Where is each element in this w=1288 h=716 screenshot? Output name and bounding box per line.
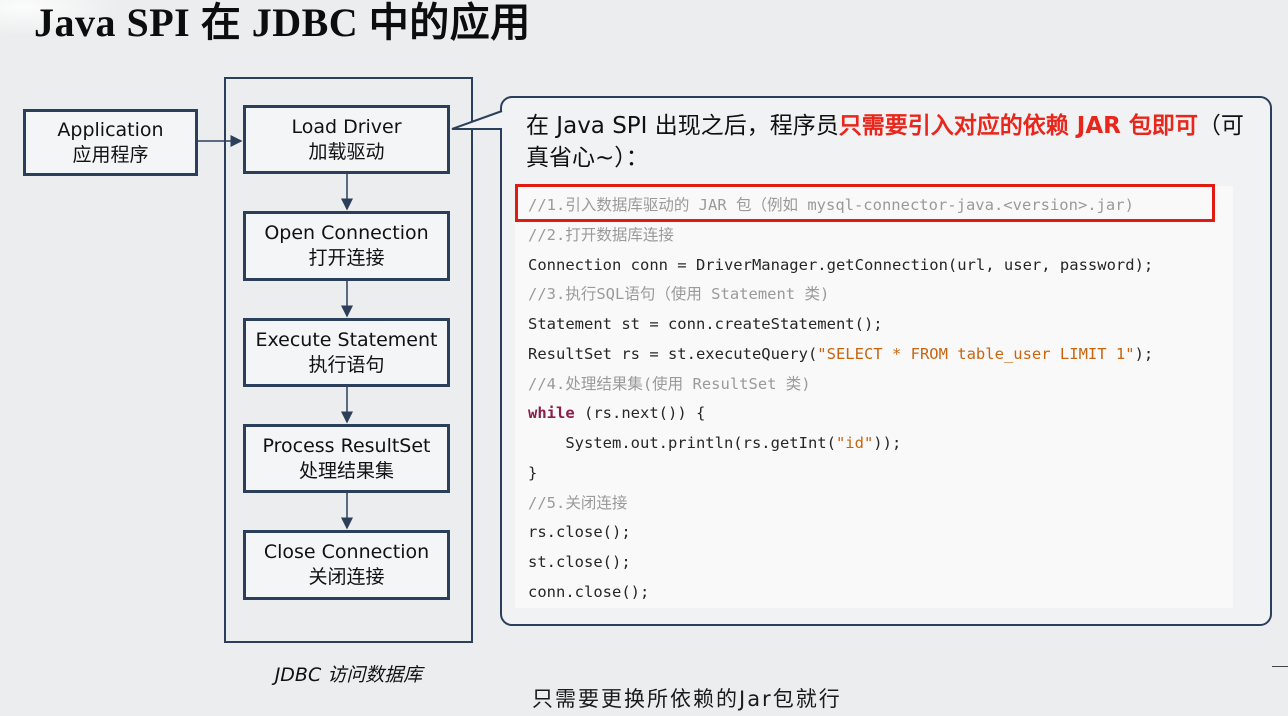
code-line: System.out.println(rs.getInt("id")); bbox=[528, 431, 901, 455]
slide-title: Java SPI 在 JDBC 中的应用 bbox=[34, 0, 531, 45]
step-close-connection: Close Connection 关闭连接 bbox=[243, 530, 450, 600]
code-line: } bbox=[528, 464, 538, 482]
code-line: while (rs.next()) { bbox=[528, 401, 705, 425]
step-label-en: Process ResultSet bbox=[262, 434, 431, 457]
step-process-resultset: Process ResultSet 处理结果集 bbox=[243, 424, 450, 493]
code-keyword: while bbox=[528, 404, 575, 422]
step-execute-statement: Execute Statement 执行语句 bbox=[243, 318, 450, 387]
callout-intro-highlight: 只需要引入对应的依赖 JAR 包即可 bbox=[838, 113, 1198, 139]
callout-text: 在 Java SPI 出现之后，程序员只需要引入对应的依赖 JAR 包即可（可真… bbox=[526, 110, 1256, 174]
step-label-en: Open Connection bbox=[264, 222, 429, 244]
code-string: "SELECT * FROM table_user LIMIT 1" bbox=[817, 345, 1135, 363]
jdbc-frame-label: JDBC 访问数据库 bbox=[274, 664, 423, 686]
video-subtitle: 只需要更换所依赖的Jar包就行 bbox=[532, 687, 842, 711]
code-token: )); bbox=[873, 434, 902, 452]
step-label-zh: 处理结果集 bbox=[298, 459, 394, 482]
code-line-comment: //3.执行SQL语句（使用 Statement 类) bbox=[528, 285, 830, 303]
step-label-en: Close Connection bbox=[263, 541, 430, 563]
code-line: ResultSet rs = st.executeQuery("SELECT *… bbox=[528, 342, 1153, 366]
edge-mark bbox=[1272, 666, 1288, 667]
step-label-en: Load Driver bbox=[291, 115, 402, 138]
code-line: rs.close(); bbox=[528, 523, 631, 541]
step-label-zh: 关闭连接 bbox=[308, 566, 385, 588]
code-block: //1.引入数据库驱动的 JAR 包（例如 mysql-connector-ja… bbox=[515, 186, 1233, 608]
code-line: Statement st = conn.createStatement(); bbox=[528, 315, 883, 333]
code-line-comment: //2.打开数据库连接 bbox=[528, 226, 674, 244]
code-token: System.out.println(rs.getInt( bbox=[528, 434, 836, 452]
highlight-box bbox=[515, 184, 1215, 222]
code-line: st.close(); bbox=[528, 553, 631, 571]
application-label-zh: 应用程序 bbox=[72, 143, 149, 166]
code-line-comment: //5.关闭连接 bbox=[528, 494, 628, 512]
code-token: ResultSet rs = st.executeQuery( bbox=[528, 345, 818, 363]
application-label-en: Application bbox=[57, 118, 164, 141]
code-line: Connection conn = DriverManager.getConne… bbox=[528, 256, 1154, 274]
code-string: "id" bbox=[835, 434, 874, 452]
step-load-driver: Load Driver 加载驱动 bbox=[243, 105, 450, 174]
callout-intro-prefix: 在 Java SPI 出现之后，程序员 bbox=[526, 113, 839, 139]
code-line: conn.close(); bbox=[528, 583, 650, 601]
code-token: ); bbox=[1134, 345, 1154, 363]
step-label-zh: 执行语句 bbox=[308, 353, 385, 376]
code-token: (rs.next()) { bbox=[574, 404, 706, 422]
application-box: Application 应用程序 bbox=[23, 109, 198, 176]
code-line-comment: //4.处理结果集(使用 ResultSet 类) bbox=[528, 375, 811, 393]
step-label-zh: 加载驱动 bbox=[308, 140, 385, 163]
step-open-connection: Open Connection 打开连接 bbox=[243, 211, 450, 281]
step-label-zh: 打开连接 bbox=[308, 247, 385, 269]
step-label-en: Execute Statement bbox=[255, 328, 438, 351]
